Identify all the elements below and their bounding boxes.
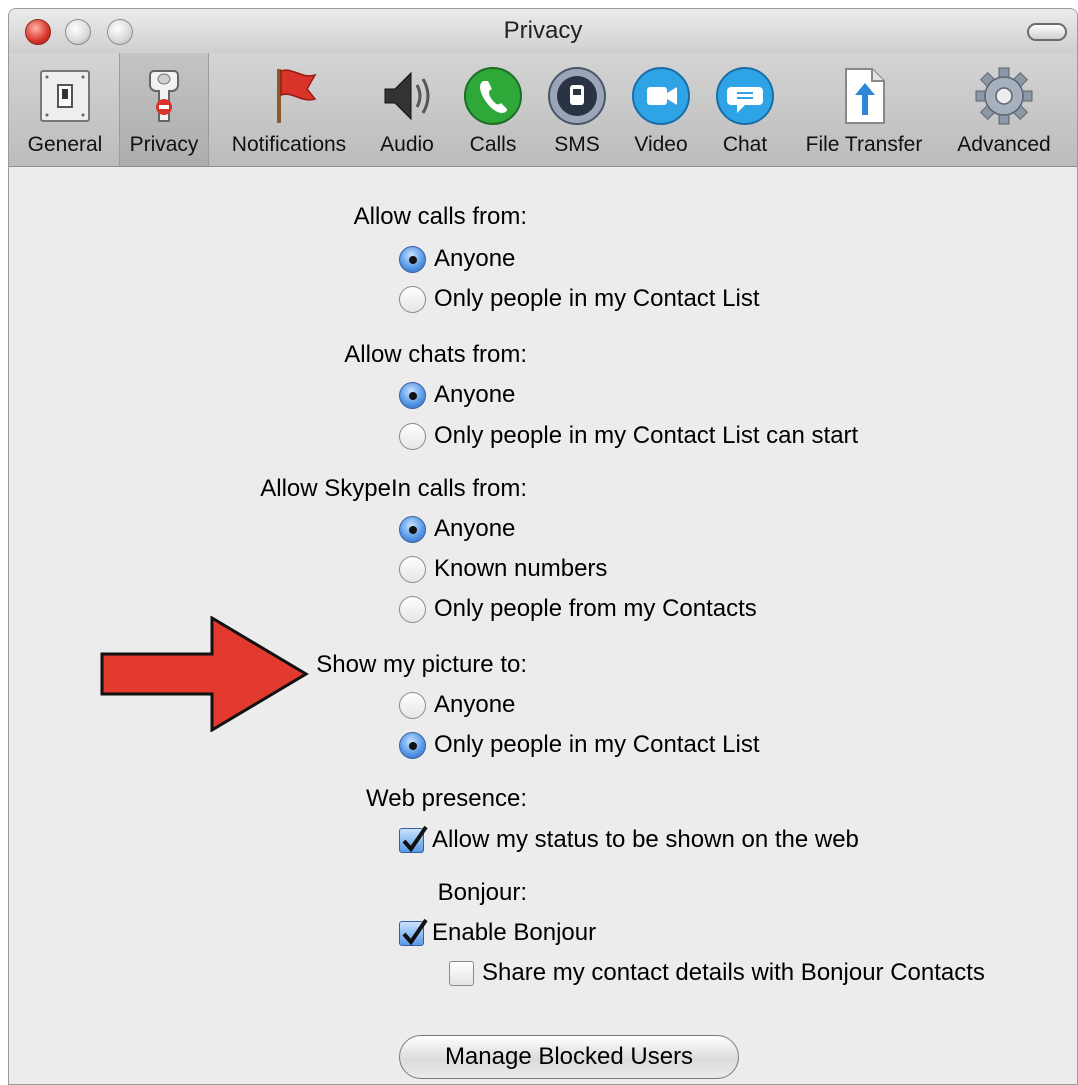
radio-button[interactable] bbox=[399, 285, 426, 313]
speaker-icon bbox=[384, 71, 430, 121]
option-label: Only people in my Contact List bbox=[434, 731, 760, 758]
tab-sms[interactable]: SMS bbox=[539, 53, 615, 166]
option-label: Anyone bbox=[434, 381, 516, 408]
checkmark-icon bbox=[402, 918, 428, 945]
tab-label: Chat bbox=[722, 133, 768, 156]
checkbox[interactable] bbox=[399, 918, 428, 946]
option-label: Known numbers bbox=[434, 555, 608, 582]
allow-calls-label: Allow calls from: bbox=[353, 203, 527, 230]
privacy-sign-icon bbox=[149, 70, 179, 122]
radio-button[interactable] bbox=[399, 555, 426, 583]
switch-icon bbox=[40, 70, 90, 122]
option-label: Anyone bbox=[434, 691, 516, 718]
preferences-window: Privacy General Privacy Notifications Au… bbox=[8, 8, 1078, 1085]
tab-label: Privacy bbox=[129, 133, 199, 156]
title-bar: Privacy bbox=[9, 9, 1077, 53]
picture-contacts-radio[interactable]: Only people in my Contact List bbox=[399, 731, 760, 759]
tab-label: General bbox=[27, 133, 103, 156]
radio-button[interactable] bbox=[399, 245, 426, 273]
radio-button[interactable] bbox=[399, 731, 426, 759]
option-label: Allow my status to be shown on the web bbox=[432, 826, 859, 853]
skypein-known-radio[interactable]: Known numbers bbox=[399, 555, 607, 583]
tab-label: Video bbox=[634, 133, 688, 156]
manage-blocked-users-button[interactable]: Manage Blocked Users bbox=[399, 1035, 739, 1079]
red-arrow-annotation bbox=[100, 616, 309, 732]
radio-button[interactable] bbox=[399, 422, 426, 450]
chats-contacts-radio[interactable]: Only people in my Contact List can start bbox=[399, 422, 858, 450]
toolbar-toggle-button[interactable] bbox=[1027, 23, 1067, 41]
tab-label: File Transfer bbox=[805, 133, 923, 156]
calls-contacts-radio[interactable]: Only people in my Contact List bbox=[399, 285, 760, 313]
flag-icon bbox=[277, 69, 317, 123]
option-label: Anyone bbox=[434, 245, 516, 272]
tab-label: Calls bbox=[469, 133, 517, 156]
allow-skypein-label: Allow SkypeIn calls from: bbox=[260, 475, 527, 502]
tab-label: Audio bbox=[380, 133, 434, 156]
checkmark-icon bbox=[402, 825, 428, 852]
show-picture-label: Show my picture to: bbox=[316, 651, 527, 678]
tab-label: Notifications bbox=[231, 133, 347, 156]
option-label: Only people in my Contact List can start bbox=[434, 422, 859, 449]
option-label: Share my contact details with Bonjour Co… bbox=[482, 959, 985, 986]
checkbox[interactable] bbox=[399, 825, 428, 853]
preferences-toolbar: General Privacy Notifications Audio Call… bbox=[9, 53, 1077, 167]
chat-icon bbox=[716, 67, 774, 125]
radio-button[interactable] bbox=[399, 595, 426, 623]
web-status-checkbox[interactable]: Allow my status to be shown on the web bbox=[399, 825, 859, 854]
radio-button[interactable] bbox=[399, 515, 426, 543]
tab-label: SMS bbox=[554, 133, 600, 156]
video-icon bbox=[632, 67, 690, 125]
web-presence-label: Web presence: bbox=[366, 785, 527, 812]
option-label: Enable Bonjour bbox=[432, 919, 597, 946]
window-title: Privacy bbox=[503, 17, 583, 44]
gear-icon bbox=[975, 67, 1033, 125]
tab-notifications[interactable]: Notifications bbox=[219, 53, 359, 166]
option-label: Only people from my Contacts bbox=[434, 595, 757, 622]
share-bonjour-checkbox[interactable]: Share my contact details with Bonjour Co… bbox=[449, 959, 985, 987]
bonjour-label: Bonjour: bbox=[437, 879, 527, 906]
tab-calls[interactable]: Calls bbox=[455, 53, 531, 166]
allow-chats-label: Allow chats from: bbox=[344, 341, 527, 368]
tab-file-transfer[interactable]: File Transfer bbox=[791, 53, 937, 166]
tab-audio[interactable]: Audio bbox=[367, 53, 447, 166]
tab-chat[interactable]: Chat bbox=[707, 53, 783, 166]
tab-general[interactable]: General bbox=[19, 53, 111, 166]
checkbox[interactable] bbox=[449, 960, 474, 986]
skypein-contacts-radio[interactable]: Only people from my Contacts bbox=[399, 595, 757, 623]
tab-video[interactable]: Video bbox=[623, 53, 699, 166]
radio-button[interactable] bbox=[399, 381, 426, 409]
phone-icon bbox=[464, 67, 522, 125]
tab-privacy[interactable]: Privacy bbox=[119, 53, 209, 166]
chats-anyone-radio[interactable]: Anyone bbox=[399, 381, 515, 409]
enable-bonjour-checkbox[interactable]: Enable Bonjour bbox=[399, 918, 597, 947]
sms-icon bbox=[548, 67, 606, 125]
tab-advanced[interactable]: Advanced bbox=[945, 53, 1063, 166]
radio-button[interactable] bbox=[399, 691, 426, 719]
file-upload-icon bbox=[845, 68, 885, 124]
picture-anyone-radio[interactable]: Anyone bbox=[399, 691, 515, 719]
skypein-anyone-radio[interactable]: Anyone bbox=[399, 515, 515, 543]
tab-label: Advanced bbox=[957, 133, 1051, 156]
option-label: Anyone bbox=[434, 515, 516, 542]
option-label: Only people in my Contact List bbox=[434, 285, 760, 312]
calls-anyone-radio[interactable]: Anyone bbox=[399, 245, 515, 273]
